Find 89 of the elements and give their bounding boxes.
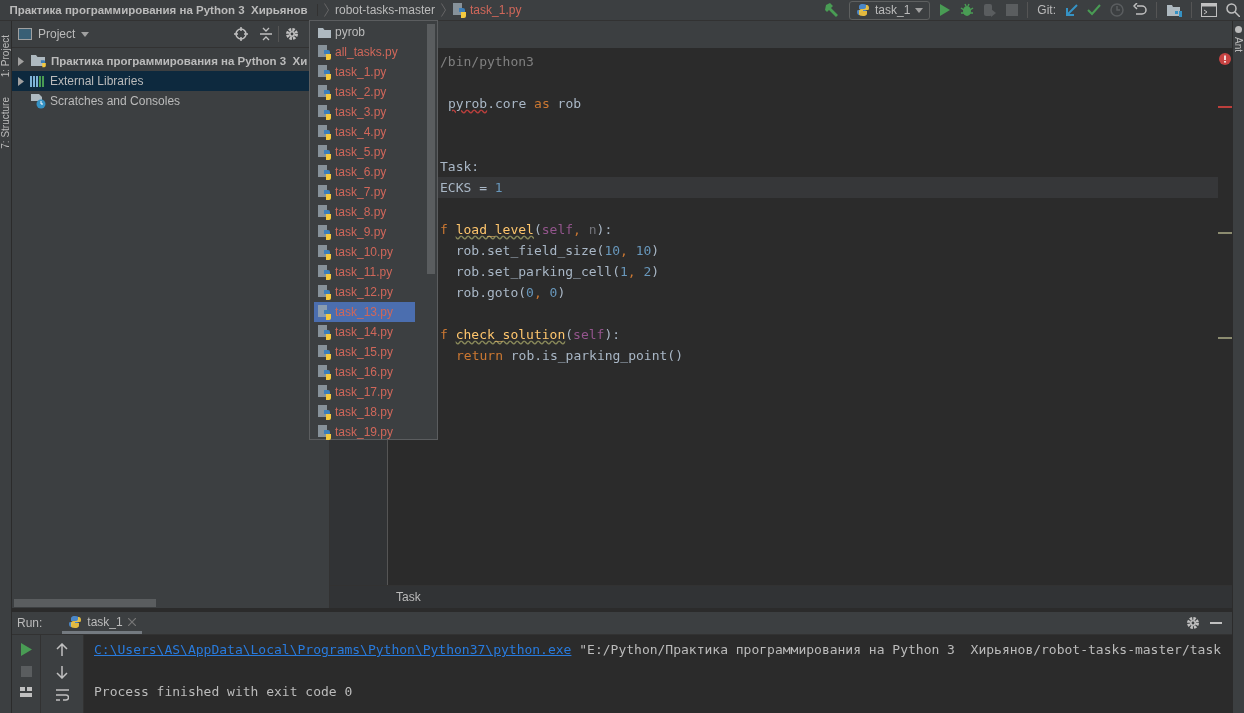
hammer-icon[interactable]: [823, 2, 840, 18]
python-file-icon: [317, 424, 332, 440]
settings-icon[interactable]: [1186, 616, 1200, 630]
popup-item[interactable]: task_11.py: [314, 262, 415, 282]
python-file-icon: [317, 284, 332, 300]
code-line: Task:: [439, 158, 481, 176]
close-icon[interactable]: [127, 617, 136, 626]
python-file-icon: [317, 404, 332, 420]
tool-window-tab[interactable]: 7: Structure: [0, 97, 11, 149]
terminal-icon[interactable]: [1201, 3, 1217, 17]
locate-icon[interactable]: [234, 27, 248, 41]
python-file-icon: [317, 104, 332, 120]
python-file-icon: [317, 384, 332, 400]
stop-icon[interactable]: [1006, 4, 1019, 16]
folder-icon: [317, 25, 332, 39]
folder-structure-icon[interactable]: [1166, 3, 1182, 17]
breadcrumb[interactable]: task_1.py: [452, 2, 522, 18]
coverage-icon[interactable]: [983, 3, 998, 17]
popup-item[interactable]: task_12.py: [314, 282, 415, 302]
python-file-icon: [317, 224, 332, 240]
python-file-icon: [317, 344, 332, 360]
collapse-all-icon[interactable]: [260, 27, 272, 41]
error-icon[interactable]: [1219, 53, 1231, 65]
panel-title[interactable]: Project: [38, 27, 76, 41]
python-file-icon: [317, 204, 332, 220]
stop-icon[interactable]: [20, 666, 32, 677]
run-configuration-dropdown[interactable]: task_1: [848, 0, 931, 20]
python-icon: [68, 614, 83, 629]
settings-icon[interactable]: [285, 27, 299, 41]
popup-item[interactable]: task_17.py: [314, 382, 415, 402]
python-file-icon: [452, 2, 468, 18]
bug-icon[interactable]: [960, 3, 975, 17]
python-file-icon: [317, 84, 332, 100]
panel-label: Run:: [17, 616, 43, 630]
scrollbar-thumb[interactable]: [427, 24, 435, 274]
run-icon[interactable]: [939, 3, 952, 17]
popup-item[interactable]: task_16.py: [314, 362, 415, 382]
tool-window-tab[interactable]: Ant: [1233, 37, 1244, 52]
console-text: "E:/Python/Практика программирования на Python 3 Хирьянов/robot-tasks-master/task: [578, 642, 1222, 657]
python-file-icon: [317, 124, 332, 140]
revert-icon[interactable]: [1133, 3, 1147, 17]
python-file-icon: [317, 264, 332, 280]
python-file-icon: [317, 324, 332, 340]
update-arrow-icon[interactable]: [1065, 3, 1078, 17]
search-icon[interactable]: [1226, 3, 1240, 17]
git-label: Git:: [1037, 3, 1056, 17]
breadcrumb[interactable]: Task: [396, 590, 421, 604]
caret-icon: [81, 31, 90, 37]
breadcrumb[interactable]: Практика программирования на Python 3 Хирьянов: [0, 4, 318, 16]
library-bars-icon: [30, 74, 46, 88]
popup-item[interactable]: task_15.py: [314, 342, 415, 362]
python-file-icon: [317, 364, 332, 380]
interpreter-path-link[interactable]: C:\Users\AS\AppData\Local\Programs\Python\Python37\python.exe: [94, 642, 572, 657]
python-icon: [855, 3, 870, 17]
down-arrow-icon[interactable]: [56, 666, 68, 679]
project-folder-icon: [30, 53, 47, 69]
popup-item[interactable]: task_18.py: [314, 402, 415, 422]
popup-item[interactable]: task_5.py: [314, 142, 415, 162]
python-file-icon: [317, 164, 332, 180]
chevron-icon: [324, 3, 329, 17]
popup-item[interactable]: task_19.py: [314, 422, 415, 442]
chevron-icon: [441, 3, 447, 17]
rerun-icon[interactable]: [20, 643, 32, 656]
code-line: pyrob.core as rob: [447, 95, 583, 113]
popup-item[interactable]: task_8.py: [314, 202, 415, 222]
popup-item[interactable]: pyrob: [314, 22, 415, 42]
python-file-icon: [317, 244, 332, 260]
python-file-icon: [317, 144, 332, 160]
soft-wrap-icon[interactable]: [55, 689, 69, 701]
checkmark-icon[interactable]: [1087, 4, 1101, 16]
history-icon[interactable]: [1110, 3, 1124, 17]
python-file-icon: [317, 64, 332, 80]
python-file-icon: [317, 184, 332, 200]
popup-item[interactable]: task_10.py: [314, 242, 415, 262]
layout-icon[interactable]: [20, 687, 32, 697]
scrollbar-thumb[interactable]: [14, 599, 156, 607]
python-file-icon: [317, 304, 332, 320]
project-window-icon: [18, 28, 32, 40]
up-arrow-icon[interactable]: [56, 643, 68, 656]
console-text: Process finished with exit code 0: [94, 684, 353, 699]
tool-window-tab[interactable]: 1: Project: [0, 35, 11, 78]
popup-item[interactable]: task_9.py: [314, 222, 415, 242]
code-line: f load_level(self, n):: [439, 221, 614, 239]
python-file-icon: [317, 44, 332, 60]
popup-item[interactable]: task_4.py: [314, 122, 415, 142]
scratches-icon: [30, 93, 46, 109]
caret-icon: [915, 7, 924, 13]
breadcrumb[interactable]: robot-tasks-master: [335, 3, 436, 17]
popup-item[interactable]: task_14.py: [314, 322, 415, 342]
